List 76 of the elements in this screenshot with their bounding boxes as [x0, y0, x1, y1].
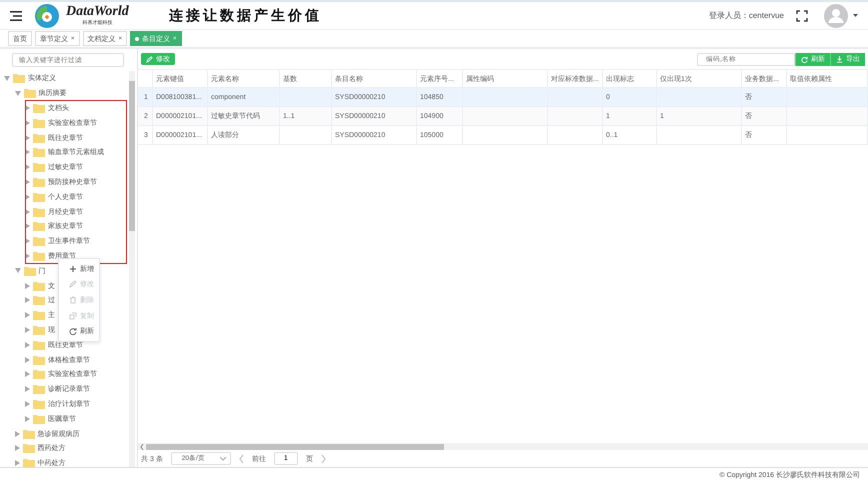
expand-arrow-icon[interactable]	[25, 371, 30, 378]
folder-icon	[33, 147, 45, 158]
expand-arrow-icon[interactable]	[25, 194, 30, 200]
collapse-arrow-icon[interactable]	[14, 90, 20, 96]
folder-icon	[33, 192, 45, 202]
caret-icon[interactable]	[853, 14, 858, 17]
folder-icon	[22, 428, 34, 439]
folder-icon	[33, 102, 45, 113]
expand-arrow-icon[interactable]	[25, 149, 30, 156]
folder-icon	[33, 236, 45, 246]
folder-icon	[22, 443, 34, 454]
refresh-icon	[801, 56, 808, 62]
refresh-icon	[69, 327, 77, 336]
collapse-arrow-icon[interactable]	[14, 268, 20, 274]
download-icon	[836, 56, 843, 62]
expand-arrow-icon[interactable]	[25, 120, 30, 126]
copy-icon	[69, 312, 77, 320]
expand-arrow-icon[interactable]	[25, 252, 30, 259]
avatar-icon[interactable]	[824, 4, 848, 28]
collapse-arrow-icon[interactable]	[4, 76, 10, 81]
folder-icon	[33, 324, 45, 335]
next-page-icon[interactable]	[320, 454, 326, 462]
expand-arrow-icon[interactable]	[25, 342, 30, 348]
folder-icon	[33, 176, 45, 187]
folder-icon	[33, 132, 45, 143]
expand-arrow-icon[interactable]	[25, 282, 30, 289]
expand-arrow-icon[interactable]	[25, 223, 30, 230]
folder-icon	[24, 88, 36, 98]
expand-arrow-icon[interactable]	[25, 386, 30, 392]
pencil-icon	[146, 56, 153, 62]
logo-title: DataWorld	[66, 5, 129, 19]
menu-icon[interactable]	[10, 10, 22, 20]
expand-arrow-icon[interactable]	[25, 208, 30, 215]
folder-icon	[22, 458, 34, 467]
previous-page-icon[interactable]	[238, 454, 244, 462]
folder-icon	[13, 73, 25, 84]
folder-icon	[33, 384, 45, 394]
folder-icon	[33, 414, 45, 424]
folder-icon	[33, 221, 45, 232]
folder-icon	[33, 295, 45, 306]
expand-arrow-icon[interactable]	[25, 238, 30, 244]
folder-icon	[33, 206, 45, 217]
expand-arrow-icon[interactable]	[25, 312, 30, 318]
chevron-down-icon	[220, 456, 226, 460]
folder-icon	[33, 250, 45, 261]
expand-arrow-icon[interactable]	[14, 460, 20, 466]
expand-arrow-icon[interactable]	[25, 356, 30, 363]
folder-icon	[24, 266, 36, 276]
slogan: 连接让数据产生价值	[168, 6, 322, 24]
expand-arrow-icon[interactable]	[25, 164, 30, 170]
folder-icon	[33, 369, 45, 380]
expand-arrow-icon[interactable]	[25, 134, 30, 141]
add-icon	[69, 264, 77, 273]
user-label: 登录人员：centervue	[708, 10, 784, 21]
expand-arrow-icon[interactable]	[14, 445, 20, 452]
delete-icon	[69, 296, 77, 304]
expand-arrow-icon[interactable]	[25, 326, 30, 333]
scroll-left-icon[interactable]	[140, 444, 144, 450]
edit-icon	[69, 280, 77, 288]
fullscreen-icon[interactable]	[796, 10, 808, 22]
folder-icon	[33, 398, 45, 409]
folder-icon	[33, 162, 45, 172]
expand-arrow-icon[interactable]	[14, 430, 20, 437]
expand-arrow-icon[interactable]	[25, 178, 30, 185]
expand-arrow-icon[interactable]	[25, 297, 30, 304]
scrollbar[interactable]	[129, 71, 135, 467]
folder-icon	[33, 118, 45, 128]
folder-icon	[33, 340, 45, 350]
folder-icon	[33, 280, 45, 291]
folder-icon	[33, 354, 45, 365]
expand-arrow-icon[interactable]	[25, 104, 30, 111]
expand-arrow-icon[interactable]	[25, 416, 30, 422]
folder-icon	[33, 310, 45, 320]
logo-icon	[34, 2, 60, 28]
expand-arrow-icon[interactable]	[25, 400, 30, 407]
horizontal-scrollbar[interactable]	[138, 443, 868, 450]
